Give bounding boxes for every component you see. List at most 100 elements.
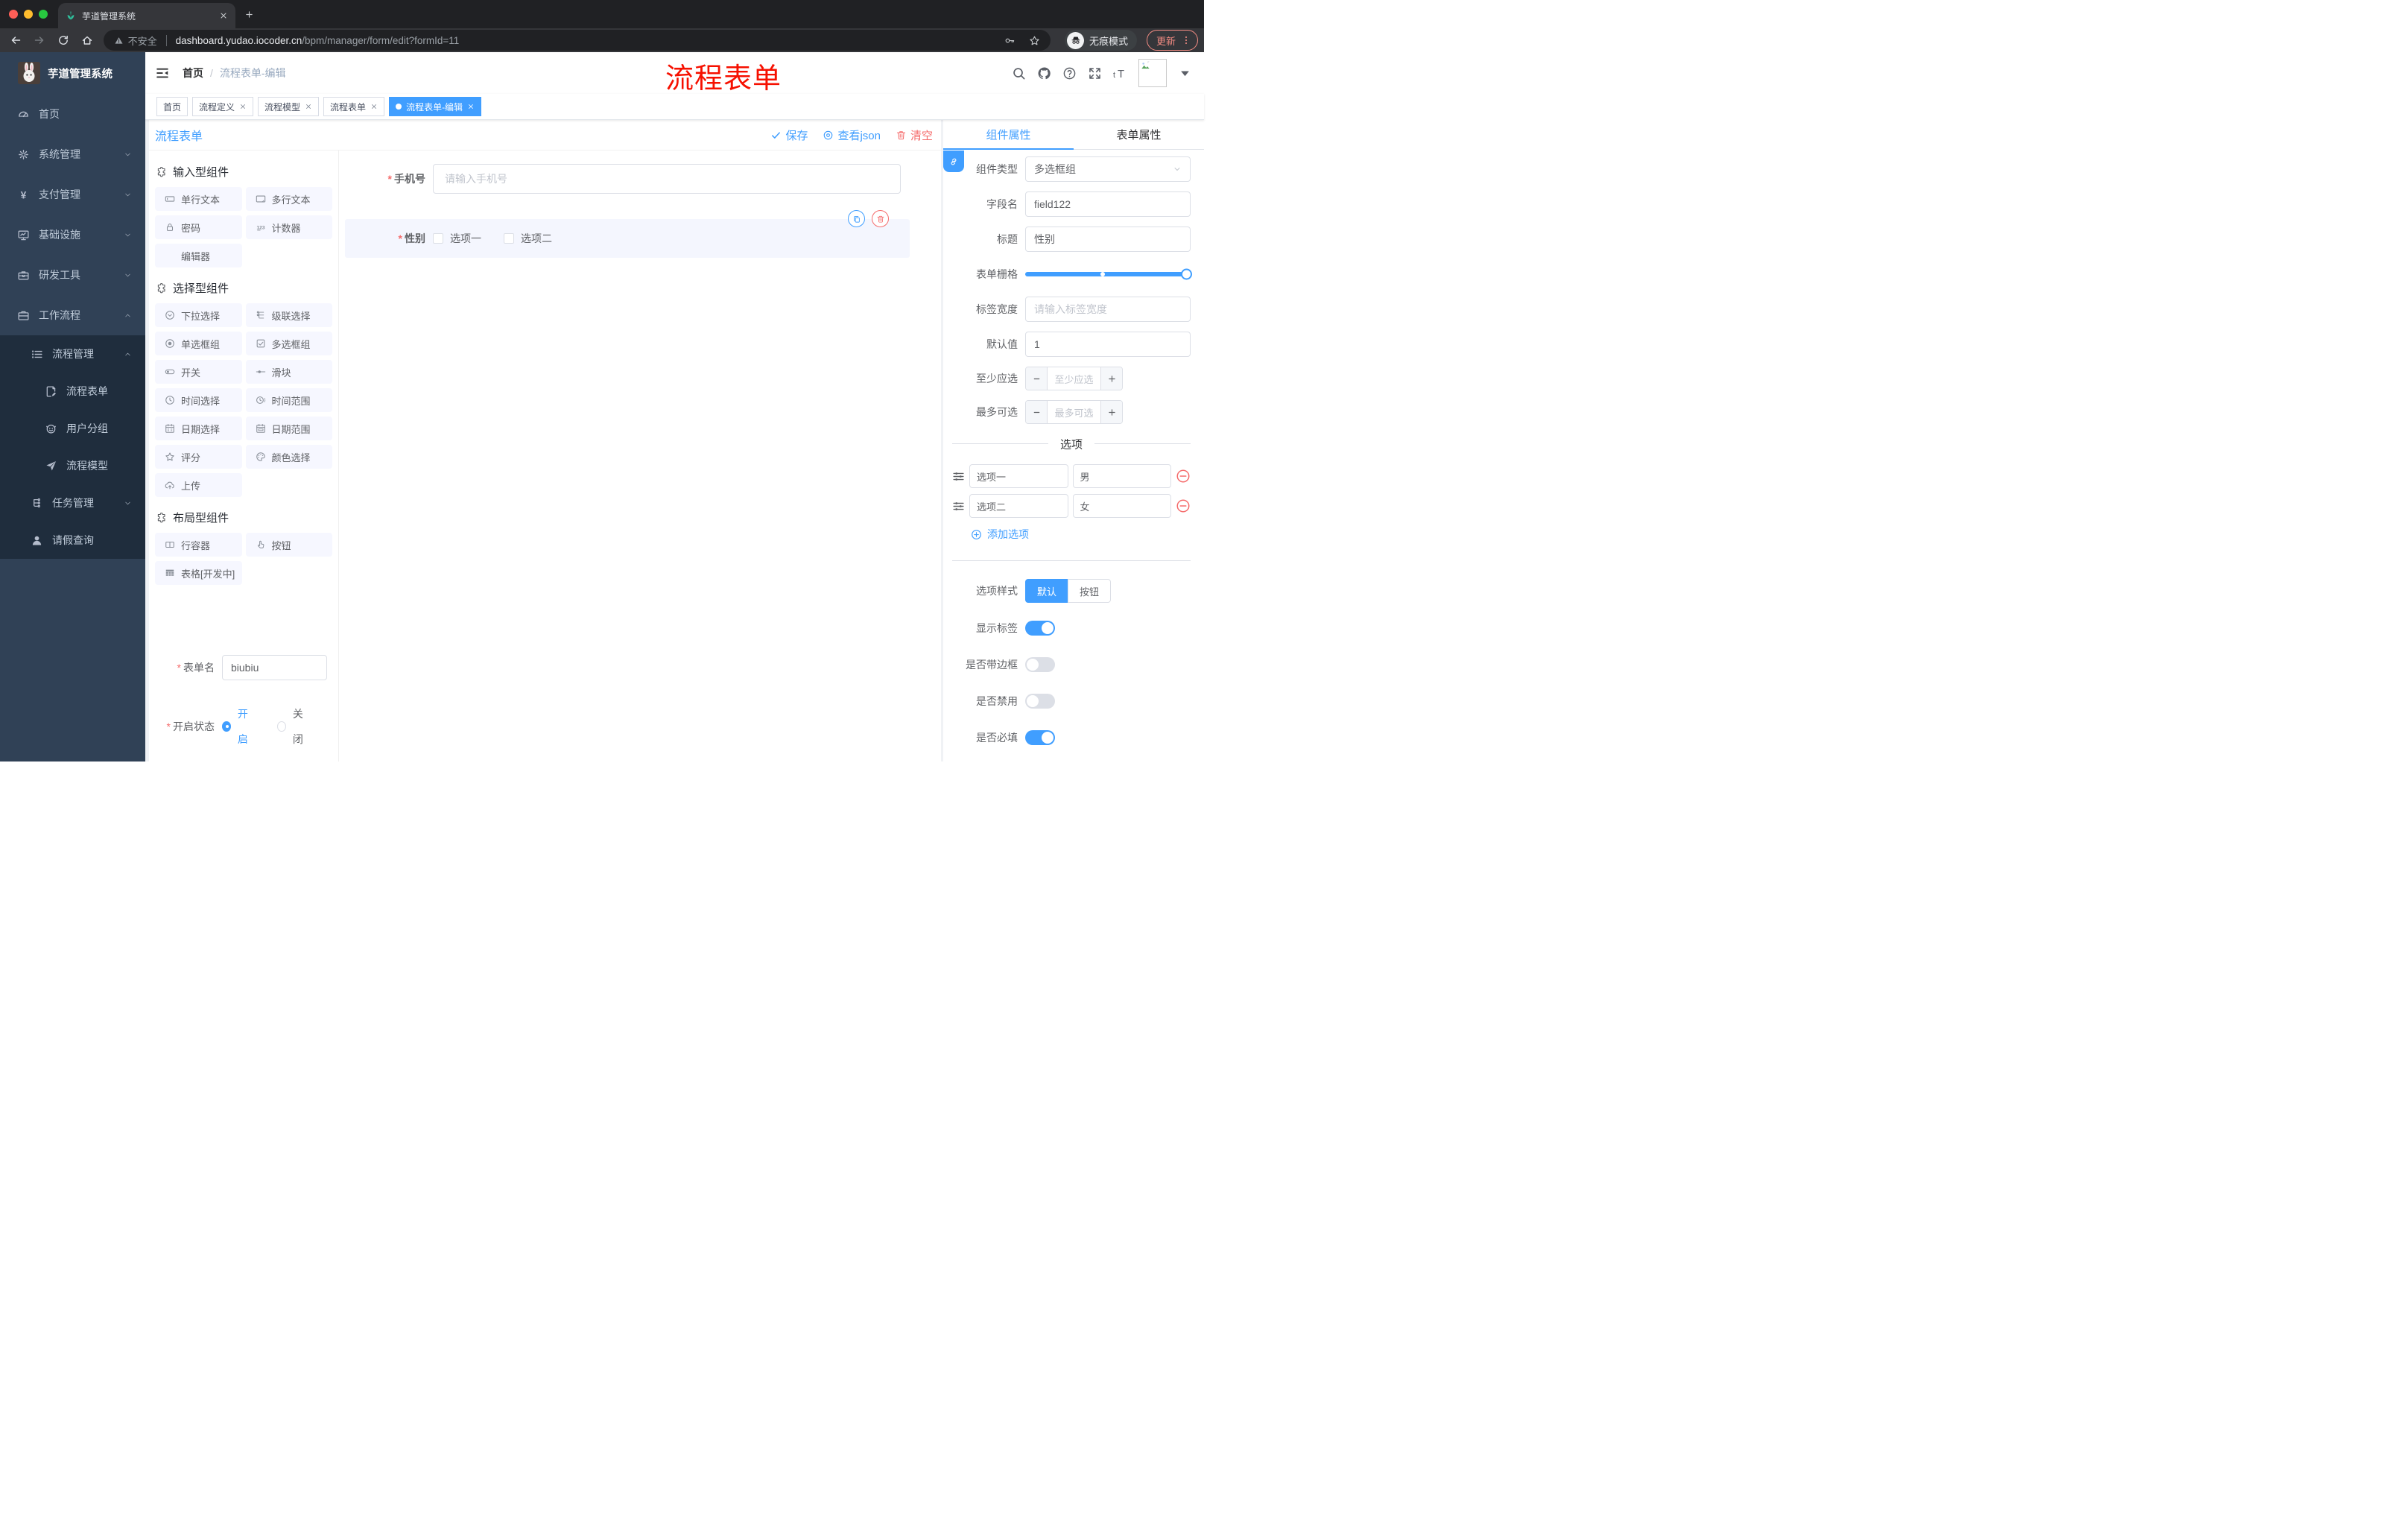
tab-component-props[interactable]: 组件属性 <box>943 120 1074 149</box>
sidebar-item-process-form[interactable]: 流程表单 <box>0 373 145 410</box>
sidebar-item-leave-query[interactable]: 请假查询 <box>0 522 145 559</box>
back-button[interactable] <box>6 31 26 50</box>
address-bar[interactable]: 不安全 dashboard.yudao.iocoder.cn/bpm/manag… <box>103 30 1051 51</box>
palette-item[interactable]: 编辑器 <box>155 244 242 267</box>
max-select-stepper[interactable]: 最多可选 <box>1025 400 1123 424</box>
required-switch[interactable] <box>1025 730 1055 745</box>
palette-item[interactable]: 多行文本 <box>245 187 332 211</box>
github-icon[interactable] <box>1037 66 1051 80</box>
form-name-input[interactable] <box>222 655 327 680</box>
tab-form-props[interactable]: 表单属性 <box>1074 120 1204 149</box>
close-window-button[interactable] <box>9 10 18 19</box>
stepper-increase-button[interactable] <box>1100 401 1122 423</box>
sidebar-item-system[interactable]: 系统管理 <box>0 134 145 174</box>
save-button[interactable]: 保存 <box>770 127 808 143</box>
drag-handle-icon[interactable] <box>952 470 965 483</box>
tab-close-icon[interactable] <box>219 11 228 20</box>
palette-item[interactable]: 日期选择 <box>155 417 242 440</box>
sidebar-item-devtools[interactable]: 研发工具 <box>0 255 145 295</box>
min-select-stepper[interactable]: 至少应选 <box>1025 367 1123 390</box>
reload-button[interactable] <box>54 31 74 50</box>
tag-close-icon[interactable] <box>239 103 247 110</box>
sidebar-collapse-icon[interactable] <box>155 66 170 80</box>
minimize-window-button[interactable] <box>24 10 33 19</box>
fullscreen-icon[interactable] <box>1088 66 1102 80</box>
title-input[interactable] <box>1025 227 1191 252</box>
clear-button[interactable]: 清空 <box>896 127 933 143</box>
style-button-button[interactable]: 按钮 <box>1068 579 1112 603</box>
disabled-switch[interactable] <box>1025 694 1055 709</box>
gender-option-2-checkbox[interactable]: 选项二 <box>504 231 552 246</box>
password-key-icon[interactable] <box>1004 35 1016 46</box>
stepper-increase-button[interactable] <box>1100 367 1122 390</box>
form-grid-slider[interactable] <box>1025 262 1192 287</box>
palette-item[interactable]: 行容器 <box>155 533 242 557</box>
delete-component-button[interactable] <box>872 210 889 227</box>
sidebar-item-workflow[interactable]: 工作流程 <box>0 295 145 335</box>
window-controls[interactable] <box>0 10 58 19</box>
palette-item[interactable]: 时间范围 <box>245 388 332 412</box>
browser-menu-dots-icon[interactable] <box>1181 35 1191 45</box>
status-off-radio[interactable]: 关闭 <box>277 701 310 752</box>
palette-item[interactable]: 时间选择 <box>155 388 242 412</box>
stepper-decrease-button[interactable] <box>1026 401 1048 423</box>
canvas-field-gender-selected[interactable]: * 性别 选项一 选项二 <box>345 210 910 258</box>
tag-close-icon[interactable] <box>370 103 378 110</box>
browser-tab[interactable]: 芋道管理系统 <box>58 3 235 28</box>
palette-item[interactable]: 颜色选择 <box>245 445 332 469</box>
drag-handle-icon[interactable] <box>952 500 965 513</box>
option-label-input[interactable] <box>969 464 1068 488</box>
palette-item[interactable]: 单行文本 <box>155 187 242 211</box>
tag-close-icon[interactable] <box>467 103 475 110</box>
forward-button[interactable] <box>30 31 50 50</box>
help-icon[interactable] <box>1062 66 1077 80</box>
phone-field-input[interactable]: 请输入手机号 <box>433 164 901 194</box>
avatar-caret-down-icon[interactable] <box>1178 66 1192 80</box>
sidebar-item-task-mgmt[interactable]: 任务管理 <box>0 484 145 522</box>
palette-item[interactable]: 级联选择 <box>245 303 332 327</box>
add-option-button[interactable]: 添加选项 <box>971 527 1191 542</box>
tag-item[interactable]: 流程表单 <box>323 97 385 116</box>
palette-item[interactable]: 表格[开发中] <box>155 561 242 585</box>
slider-handle[interactable] <box>1181 268 1192 280</box>
tag-item[interactable]: 首页 <box>156 97 188 116</box>
component-type-select[interactable]: 多选框组 <box>1025 156 1191 182</box>
zoom-window-button[interactable] <box>39 10 48 19</box>
style-default-button[interactable]: 默认 <box>1025 579 1069 603</box>
home-button[interactable] <box>77 31 98 50</box>
option-value-input[interactable] <box>1072 494 1171 518</box>
show-label-switch[interactable] <box>1025 621 1055 636</box>
palette-item[interactable]: 多选框组 <box>245 332 332 355</box>
sidebar-item-process-mgmt[interactable]: 流程管理 <box>0 335 145 373</box>
tag-item[interactable]: 流程表单-编辑 <box>389 97 482 116</box>
palette-item[interactable]: 密码 <box>155 215 242 239</box>
security-status[interactable]: 不安全 <box>114 34 157 48</box>
palette-item[interactable]: 日期范围 <box>245 417 332 440</box>
gender-option-1-checkbox[interactable]: 选项一 <box>433 231 481 246</box>
palette-item[interactable]: 评分 <box>155 445 242 469</box>
palette-item[interactable]: 按钮 <box>245 533 332 557</box>
sidebar-item-home[interactable]: 首页 <box>0 94 145 134</box>
canvas-field-phone[interactable]: * 手机号 请输入手机号 <box>345 164 935 194</box>
remove-option-button[interactable] <box>1176 498 1191 513</box>
option-label-input[interactable] <box>969 494 1068 518</box>
palette-item[interactable]: 单选框组 <box>155 332 242 355</box>
with-border-switch[interactable] <box>1025 657 1055 672</box>
field-name-input[interactable] <box>1025 191 1191 217</box>
user-avatar-broken-image[interactable] <box>1138 59 1167 87</box>
sidebar-item-user-group[interactable]: 用户分组 <box>0 410 145 447</box>
stepper-decrease-button[interactable] <box>1026 367 1048 390</box>
tag-close-icon[interactable] <box>305 103 312 110</box>
remove-option-button[interactable] <box>1176 469 1191 484</box>
tag-item[interactable]: 流程模型 <box>258 97 320 116</box>
copy-component-button[interactable] <box>848 210 865 227</box>
palette-item[interactable]: 下拉选择 <box>155 303 242 327</box>
label-width-input[interactable] <box>1025 297 1191 322</box>
default-value-input[interactable] <box>1025 332 1191 357</box>
tag-item[interactable]: 流程定义 <box>192 97 254 116</box>
palette-item[interactable]: 上传 <box>155 473 242 497</box>
update-browser-button[interactable]: 更新 <box>1147 30 1199 51</box>
sidebar-item-payment[interactable]: ¥ 支付管理 <box>0 174 145 215</box>
sidebar-item-infra[interactable]: 基础设施 <box>0 215 145 255</box>
palette-item[interactable]: 滑块 <box>245 360 332 384</box>
